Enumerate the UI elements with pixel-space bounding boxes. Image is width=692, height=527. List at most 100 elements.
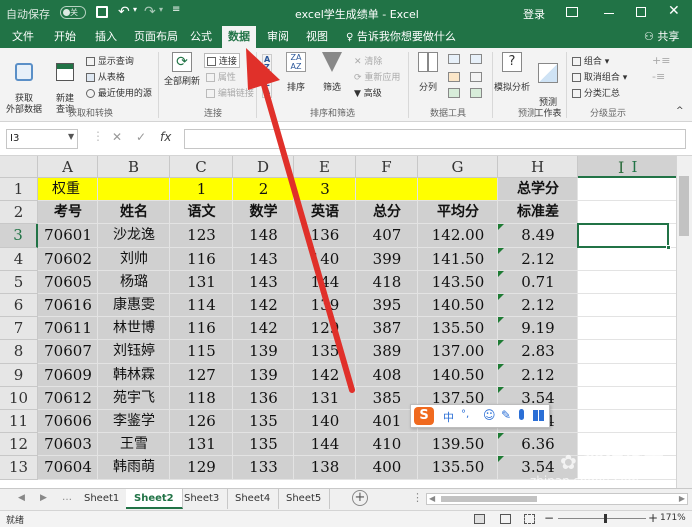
- cell-d12[interactable]: 135: [233, 433, 294, 456]
- cell-e10[interactable]: 131: [294, 387, 356, 410]
- cell-c11[interactable]: 126: [170, 410, 233, 433]
- cell-c8[interactable]: 115: [170, 340, 233, 363]
- cell-a6[interactable]: 70616: [38, 294, 98, 317]
- maximize-icon[interactable]: [636, 7, 646, 17]
- column-header-g[interactable]: G: [418, 156, 498, 178]
- normal-view-icon[interactable]: [474, 514, 485, 524]
- cell-f1[interactable]: [356, 178, 418, 201]
- zoom-slider-thumb[interactable]: [604, 514, 607, 523]
- emoji-icon[interactable]: ☺: [483, 408, 496, 422]
- horizontal-scrollbar[interactable]: ◀ ▶: [426, 493, 688, 505]
- cell-e2[interactable]: 英语: [294, 201, 356, 224]
- active-cell-i3[interactable]: [577, 223, 669, 248]
- cell-d8[interactable]: 139: [233, 340, 294, 363]
- cell-e9[interactable]: 142: [294, 364, 356, 387]
- sheet-tab-sheet3[interactable]: Sheet3: [176, 489, 229, 509]
- minimize-icon[interactable]: [604, 13, 614, 14]
- cell-d3[interactable]: 148: [233, 224, 294, 247]
- cell-i10[interactable]: [578, 387, 692, 410]
- enter-icon[interactable]: ✓: [136, 130, 146, 144]
- cell-e3[interactable]: 136: [294, 224, 356, 247]
- cell-i4[interactable]: [578, 248, 692, 271]
- namebox-dropdown-icon[interactable]: ▼: [68, 132, 74, 141]
- recent-sources-button[interactable]: 最近使用的源: [86, 86, 152, 99]
- sheet-tab-sheet2[interactable]: Sheet2: [126, 489, 183, 509]
- undo-icon[interactable]: ↶: [118, 4, 130, 20]
- cell-d4[interactable]: 143: [233, 248, 294, 271]
- new-sheet-icon[interactable]: +: [352, 490, 368, 506]
- cell-b11[interactable]: 李鉴学: [98, 410, 170, 433]
- cell-b10[interactable]: 苑宇飞: [98, 387, 170, 410]
- column-header-i[interactable]: I: [578, 156, 692, 178]
- cell-d11[interactable]: 135: [233, 410, 294, 433]
- cell-g1[interactable]: [418, 178, 498, 201]
- login-link[interactable]: 登录: [523, 6, 545, 22]
- row-header-11[interactable]: 11: [0, 410, 38, 434]
- show-detail-icon[interactable]: +≡: [652, 54, 670, 67]
- cell-f10[interactable]: 385: [356, 387, 418, 410]
- cell-h7[interactable]: 9.19: [498, 317, 578, 340]
- cell-i9[interactable]: [578, 364, 692, 387]
- cell-a2[interactable]: 考号: [38, 201, 98, 224]
- cell-g9[interactable]: 140.50: [418, 364, 498, 387]
- cell-e7[interactable]: 129: [294, 317, 356, 340]
- cancel-icon[interactable]: ✕: [112, 130, 122, 144]
- cell-e8[interactable]: 135: [294, 340, 356, 363]
- insert-function-icon[interactable]: fx: [160, 130, 171, 144]
- cell-f4[interactable]: 399: [356, 248, 418, 271]
- ungroup-button[interactable]: 取消组合 ▾: [572, 70, 627, 83]
- filter-button[interactable]: 筛选: [320, 52, 344, 93]
- properties-button[interactable]: 属性: [206, 70, 236, 83]
- clear-filter-button[interactable]: ✕ 清除: [354, 54, 382, 67]
- cell-a1[interactable]: 权重: [38, 178, 98, 201]
- redo-dropdown-icon[interactable]: ▾: [159, 5, 163, 14]
- row-header-4[interactable]: 4: [0, 247, 38, 271]
- cell-e11[interactable]: 140: [294, 410, 356, 433]
- tab-splitter-icon[interactable]: ⋮: [412, 491, 423, 504]
- tab-view[interactable]: 视图: [300, 26, 334, 48]
- cell-d7[interactable]: 142: [233, 317, 294, 340]
- cell-b9[interactable]: 韩林霖: [98, 364, 170, 387]
- cell-a11[interactable]: 70606: [38, 410, 98, 433]
- redo-icon[interactable]: ↷: [144, 4, 156, 20]
- cell-g2[interactable]: 平均分: [418, 201, 498, 224]
- data-validation-icon[interactable]: [448, 88, 460, 98]
- share-button[interactable]: ⚇ 共享: [638, 26, 685, 48]
- subtotal-button[interactable]: 分类汇总: [572, 86, 620, 99]
- ime-chinese-mode[interactable]: 中: [443, 409, 454, 425]
- cell-c12[interactable]: 131: [170, 433, 233, 456]
- cell-g6[interactable]: 140.50: [418, 294, 498, 317]
- cell-g12[interactable]: 139.50: [418, 433, 498, 456]
- tab-insert[interactable]: 插入: [89, 26, 123, 48]
- cell-a13[interactable]: 70604: [38, 456, 98, 479]
- cell-b2[interactable]: 姓名: [98, 201, 170, 224]
- cell-g8[interactable]: 137.00: [418, 340, 498, 363]
- sort-az-icon[interactable]: AZ: [262, 54, 273, 74]
- ribbon-display-icon[interactable]: [566, 7, 578, 17]
- refresh-all-button[interactable]: ⟳ 全部刷新: [162, 52, 202, 87]
- forecast-sheet-button[interactable]: 预测 工作表: [532, 52, 564, 120]
- reapply-button[interactable]: ⟳ 重新应用: [354, 70, 400, 83]
- connections-button[interactable]: 连接: [204, 53, 240, 68]
- cell-e6[interactable]: 139: [294, 294, 356, 317]
- row-header-2[interactable]: 2: [0, 201, 38, 225]
- scroll-left-icon[interactable]: ◀: [429, 494, 435, 503]
- cell-c5[interactable]: 131: [170, 271, 233, 294]
- cell-c9[interactable]: 127: [170, 364, 233, 387]
- toolbox-icon[interactable]: [533, 410, 544, 421]
- consolidate-icon[interactable]: [470, 54, 482, 64]
- sort-button[interactable]: ZA AZ 排序: [284, 52, 308, 93]
- scroll-sheets-right-icon[interactable]: ▶: [40, 493, 47, 503]
- scroll-right-icon[interactable]: ▶: [679, 494, 685, 503]
- sogou-logo[interactable]: S: [414, 407, 434, 425]
- cell-h4[interactable]: 2.12: [498, 248, 578, 271]
- pen-icon[interactable]: ✎: [501, 408, 511, 422]
- microphone-icon[interactable]: [519, 409, 524, 420]
- cell-c2[interactable]: 语文: [170, 201, 233, 224]
- cell-i11[interactable]: [578, 410, 692, 433]
- cell-g13[interactable]: 135.50: [418, 456, 498, 479]
- edit-links-button[interactable]: 编辑链接: [206, 86, 254, 99]
- cell-d1[interactable]: 2: [233, 178, 294, 201]
- row-header-6[interactable]: 6: [0, 294, 38, 318]
- worksheet-grid[interactable]: A B C D E F G H I 1 2 3 4 5 6 7 8 9 10 11 12 13 权重 1 2 3 总学分 考号 姓名 语文…: [0, 156, 692, 488]
